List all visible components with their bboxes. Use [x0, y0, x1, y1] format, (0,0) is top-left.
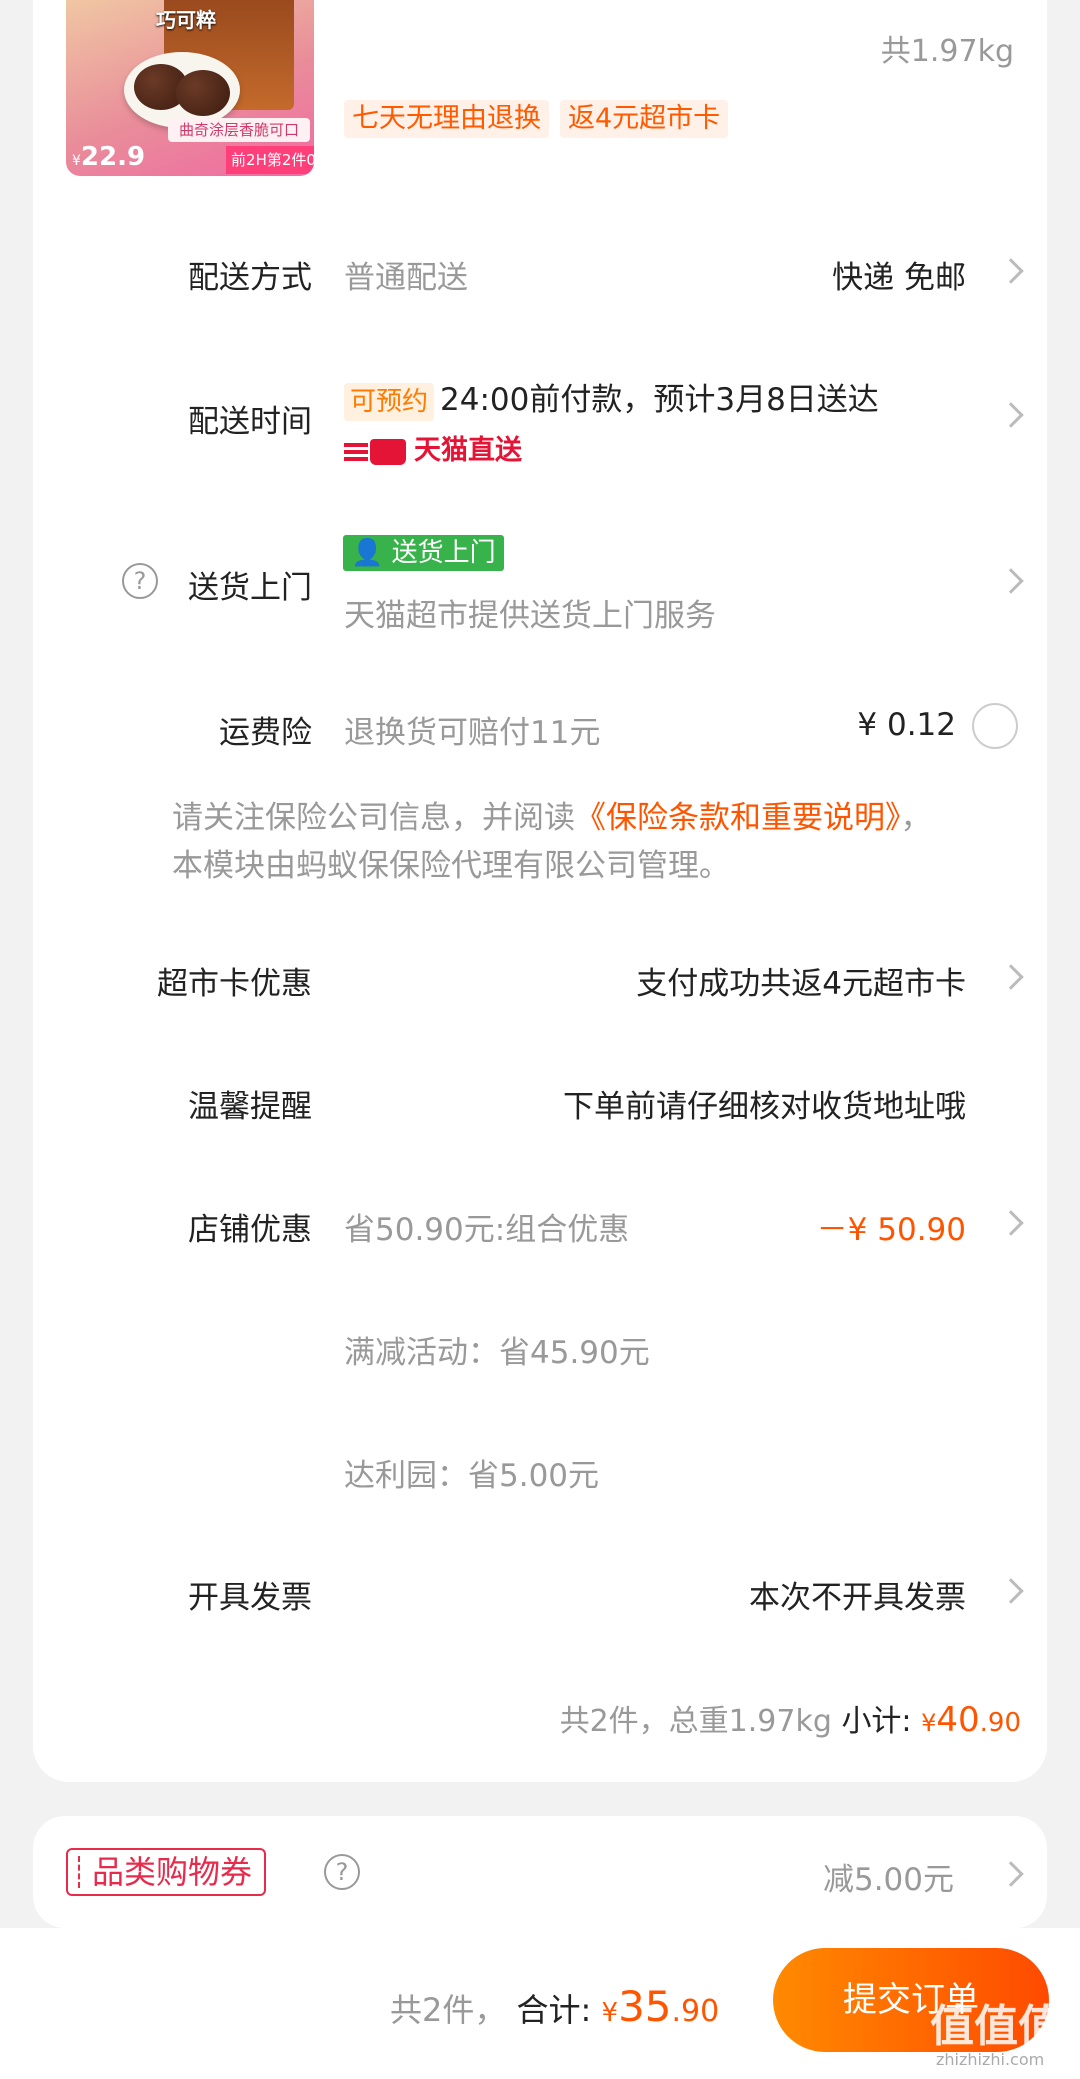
subtotal: 共2件，总重1.97kg 小计: ¥40.90	[560, 1696, 1021, 1740]
insurance-notice-line2: 本模块由蚂蚁保保险代理有限公司管理。	[172, 848, 730, 884]
discount-detail-daliyuan: 达利园：省5.00元	[344, 1458, 600, 1494]
store-discount-label: 店铺优惠	[188, 1212, 312, 1248]
tmall-direct-label: 天猫直送	[344, 428, 522, 467]
coupon-value: 减5.00元	[822, 1862, 954, 1898]
total-dec: .90	[671, 1994, 720, 2029]
insurance-radio[interactable]	[972, 703, 1018, 749]
product-deal: 前2H第2件0元	[226, 146, 314, 174]
home-delivery-desc: 天猫超市提供送货上门服务	[344, 598, 716, 634]
product-brand: 巧可粹	[156, 8, 216, 32]
delivery-method-value: 普通配送	[344, 260, 468, 296]
question-circle-icon[interactable]: ?	[122, 563, 158, 599]
subtotal-summary: 共2件，总重1.97kg	[559, 1704, 832, 1739]
reminder-value: 下单前请仔细核对收货地址哦	[563, 1089, 966, 1125]
invoice-value: 本次不开具发票	[749, 1580, 966, 1616]
product-price: ¥22.9	[72, 142, 146, 172]
store-discount-value: 省50.90元:组合优惠	[344, 1212, 630, 1248]
discount-detail-full-reduction: 满减活动：省45.90元	[344, 1335, 650, 1371]
delivery-method-right: 快递 免邮	[832, 260, 966, 296]
delivery-time-label: 配送时间	[188, 404, 312, 440]
insurance-notice-line1: 请关注保险公司信息，并阅读《保险条款和重要说明》，	[172, 800, 932, 836]
subtotal-int: 40	[936, 1700, 980, 1740]
store-discount-amount: －¥ 50.90	[816, 1212, 966, 1248]
coupon-label: 品类购物券	[66, 1848, 267, 1896]
watermark-text: zhizhizhi.com	[936, 2050, 1045, 2069]
shipping-insurance-value: 退换货可赔付11元	[344, 715, 601, 751]
home-delivery-label: 送货上门	[188, 570, 312, 606]
delivery-time-value: 可预约 24:00前付款，预计3月8日送达	[344, 374, 879, 421]
subtotal-label: 小计:	[841, 1704, 912, 1739]
checkout-total: 共2件， 合计: ¥35.90	[390, 1982, 719, 2031]
product-weight: 共1.97kg	[880, 34, 1014, 69]
speed-lines-icon	[344, 442, 368, 461]
tag-return: 七天无理由退换	[344, 100, 549, 138]
shipping-insurance-price: ¥ 0.12	[857, 707, 956, 743]
invoice-label: 开具发票	[188, 1580, 312, 1616]
checkout-count: 共2件，	[390, 1991, 507, 2029]
cookie-plate-image	[124, 52, 240, 128]
insurance-terms-link[interactable]: 《保险条款和重要说明》	[575, 800, 901, 836]
cookie-image	[176, 70, 230, 116]
market-card-value: 支付成功共返4元超市卡	[636, 966, 966, 1002]
product-ribbon: 曲奇涂层香脆可口	[168, 118, 310, 142]
total-currency: ¥	[601, 1998, 619, 2028]
reminder-label: 温馨提醒	[188, 1089, 312, 1125]
watermark-logo: 值值值	[930, 2001, 1062, 2052]
preorder-badge: 可预约	[344, 382, 435, 421]
product-thumbnail[interactable]: 巧可粹 曲奇涂层香脆可口 ¥22.9 前2H第2件0元	[66, 0, 314, 176]
subtotal-currency: ¥	[921, 1709, 937, 1737]
total-label: 合计:	[516, 1991, 592, 2029]
total-int: 35	[618, 1982, 672, 2031]
subtotal-dec: .90	[979, 1708, 1021, 1738]
market-card-label: 超市卡优惠	[157, 966, 312, 1002]
tmall-cat-icon	[370, 438, 406, 465]
delivery-method-label: 配送方式	[188, 260, 312, 296]
shipping-insurance-label: 运费险	[219, 715, 312, 751]
home-delivery-badge: 👤 送货上门	[343, 535, 504, 571]
question-circle-icon[interactable]: ?	[324, 1854, 360, 1890]
tag-rebate: 返4元超市卡	[560, 100, 729, 138]
